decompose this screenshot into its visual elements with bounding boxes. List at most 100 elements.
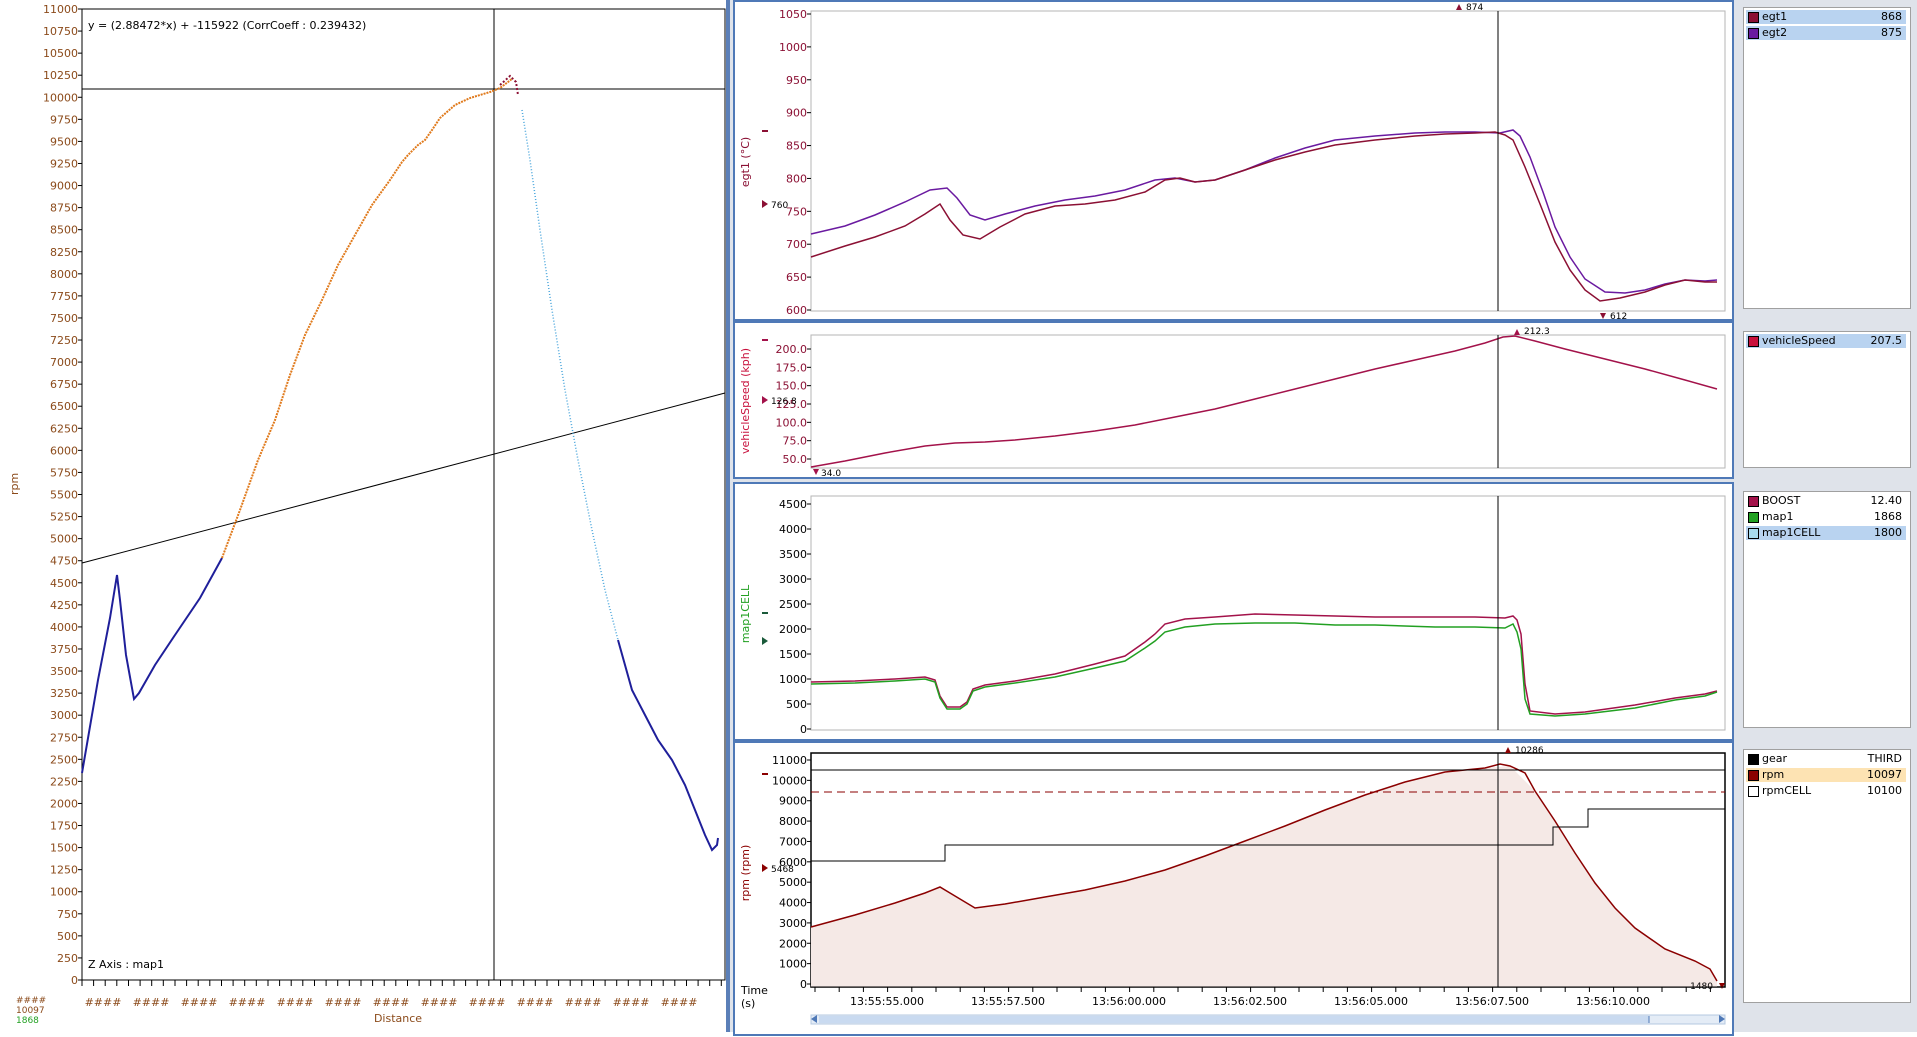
- legend-item-map1cell[interactable]: map1CELL 1800: [1746, 526, 1906, 540]
- xy-y-axis: 1100010750105001025010000975095009250900…: [43, 3, 82, 987]
- y-tick-label: 250: [57, 952, 78, 965]
- y-tick-label: 1750: [50, 820, 78, 833]
- y-tick-label: 2250: [50, 775, 78, 788]
- y-tick-label: 8250: [50, 246, 78, 259]
- legend-name: map1CELL: [1762, 526, 1821, 539]
- y-tick-label: 100.0: [776, 416, 808, 429]
- rpm-cursor-value: 5468: [771, 865, 794, 875]
- xy-x-axis-title: Distance: [374, 1012, 422, 1025]
- legend-item-map1[interactable]: map1 1868: [1746, 510, 1906, 524]
- speed-legend: vehicleSpeed 207.5: [1743, 331, 1911, 468]
- x-tick-label: ####: [565, 996, 602, 1009]
- rpm-graph-panel[interactable]: 11000 10000 9000 8000 7000 6000 5000 4000 3000 20…: [733, 741, 1734, 1036]
- speed-max-marker: [1514, 329, 1520, 335]
- y-tick-label: 4000: [779, 897, 807, 910]
- y-tick-label: 5500: [50, 489, 78, 502]
- y-tick-label: 11000: [772, 754, 807, 767]
- legend-item-rpm[interactable]: rpm 10097: [1746, 768, 1906, 782]
- y-tick-label: 75.0: [783, 435, 808, 448]
- y-tick-label: 1000: [779, 673, 807, 686]
- y-tick-label: 0: [800, 978, 807, 991]
- legend-value: 868: [1881, 10, 1902, 23]
- time-graphs-area: 1050 1000 950 900 850 800 750 700 650 600 egt1 (°…: [730, 0, 1917, 1036]
- egt-max-marker: [1456, 4, 1462, 10]
- y-tick-label: 10750: [43, 25, 78, 38]
- rpm-max-marker: [1505, 747, 1511, 753]
- legend-item-egt2[interactable]: egt2 875: [1746, 26, 1906, 40]
- y-tick-label: 7750: [50, 290, 78, 303]
- map-graph[interactable]: 4500 4000 3500 3000 2500 2000 1500 1000 500 0 map…: [735, 484, 1732, 739]
- xy-scatter-plot[interactable]: 1100010750105001025010000975095009250900…: [0, 0, 726, 1032]
- x-tick-label: ####: [133, 996, 170, 1009]
- y-tick-label: 9500: [50, 135, 78, 148]
- legend-value: THIRD: [1867, 752, 1902, 765]
- time-tick-label: 13:55:55.000: [850, 995, 924, 1008]
- legend-item-boost[interactable]: BOOST 12.40: [1746, 494, 1906, 508]
- legend-name: rpmCELL: [1762, 784, 1812, 797]
- y-tick-label: 8000: [779, 815, 807, 828]
- y-tick-label: 500: [786, 698, 807, 711]
- y-tick-label: 10000: [43, 91, 78, 104]
- time-tick-label: 13:56:07.500: [1455, 995, 1529, 1008]
- y-tick-label: 750: [57, 908, 78, 921]
- legend-name: map1: [1762, 510, 1794, 523]
- rpm-max-value: 10286: [1515, 746, 1544, 756]
- speed-axis-title: vehicleSpeed (kph): [739, 348, 752, 454]
- x-tick-label: ####: [517, 996, 554, 1009]
- speed-min-marker: [813, 469, 819, 475]
- y-tick-label: 4500: [779, 498, 807, 511]
- legend-item-vehicle-speed[interactable]: vehicleSpeed 207.5: [1746, 334, 1906, 348]
- legend-item-gear[interactable]: gear THIRD: [1746, 752, 1906, 766]
- egt-min-marker: [1600, 313, 1606, 319]
- legend-name: vehicleSpeed: [1762, 334, 1836, 347]
- time-tick-label: 13:56:05.000: [1334, 995, 1408, 1008]
- egt-graph[interactable]: 1050 1000 950 900 850 800 750 700 650 600 egt1 (°…: [735, 2, 1732, 322]
- legend-item-egt1[interactable]: egt1 868: [1746, 10, 1906, 24]
- y-tick-label: 8000: [50, 268, 78, 281]
- speed-min-value: 34.0: [821, 469, 841, 477]
- gear-swatch: [1748, 754, 1759, 765]
- y-tick-label: 950: [786, 74, 807, 87]
- regression-equation: y = (2.88472*x) + -115922 (CorrCoeff : 0…: [88, 19, 366, 32]
- y-tick-label: 5750: [50, 466, 78, 479]
- egt-axis-title: egt1 (°C): [739, 137, 752, 187]
- y-tick-label: 500: [57, 930, 78, 943]
- egt-graph-panel[interactable]: 1050 1000 950 900 850 800 750 700 650 600 egt1 (°…: [733, 0, 1734, 322]
- y-tick-label: 0: [71, 974, 78, 987]
- rpmcell-swatch: [1748, 786, 1759, 797]
- z-axis-label: Z Axis : map1: [88, 958, 164, 971]
- y-tick-label: 4750: [50, 555, 78, 568]
- y-tick-label: 3000: [779, 573, 807, 586]
- corner-value-1: ####: [16, 996, 46, 1006]
- y-tick-label: 2000: [779, 623, 807, 636]
- y-tick-label: 200.0: [776, 343, 808, 356]
- y-tick-label: 750: [786, 205, 807, 218]
- y-tick-label: 2500: [779, 598, 807, 611]
- map1cell-swatch: [1748, 528, 1759, 539]
- legend-item-rpmcell[interactable]: rpmCELL 10100: [1746, 784, 1906, 798]
- speed-graph-panel[interactable]: 200.0 175.0 150.0 125.0 100.0 75.0 50.0 vehicl…: [733, 321, 1734, 479]
- scrollbar-thumb[interactable]: [819, 1016, 1649, 1023]
- corner-value-2: 10097: [16, 1006, 45, 1016]
- y-tick-label: 3500: [50, 665, 78, 678]
- time-tick-label: 13:56:10.000: [1576, 995, 1650, 1008]
- legend-value: 1800: [1874, 526, 1902, 539]
- xy-scatter-panel[interactable]: 11000 10750 10500 10250 10000 9750 9500 9250 900…: [0, 0, 726, 1032]
- y-tick-label: 1000: [779, 41, 807, 54]
- y-tick-label: 8500: [50, 224, 78, 237]
- y-tick-label: 4250: [50, 599, 78, 612]
- legend-name: egt2: [1762, 26, 1788, 39]
- y-tick-label: 7000: [779, 835, 807, 848]
- egt-cursor-marker: [762, 200, 768, 208]
- legend-value: 12.40: [1870, 494, 1903, 507]
- rpm-cursor-marker: [762, 864, 768, 872]
- y-tick-label: 4000: [779, 523, 807, 536]
- time-tick-label: 13:56:00.000: [1092, 995, 1166, 1008]
- rpm-graph[interactable]: 1100010000900080007000600050004000300020…: [735, 743, 1732, 1034]
- rpm-legend: gear THIRD rpm 10097 rpmCELL 10100: [1743, 749, 1911, 1003]
- speed-max-value: 212.3: [1524, 327, 1550, 337]
- egt-max-value: 874: [1466, 3, 1483, 13]
- speed-graph[interactable]: 200.0175.0150.0125.0100.075.050.0 vehicl…: [735, 323, 1732, 479]
- map-graph-panel[interactable]: 4500 4000 3500 3000 2500 2000 1500 1000 500 0 map…: [733, 482, 1734, 741]
- y-tick-label: 3750: [50, 643, 78, 656]
